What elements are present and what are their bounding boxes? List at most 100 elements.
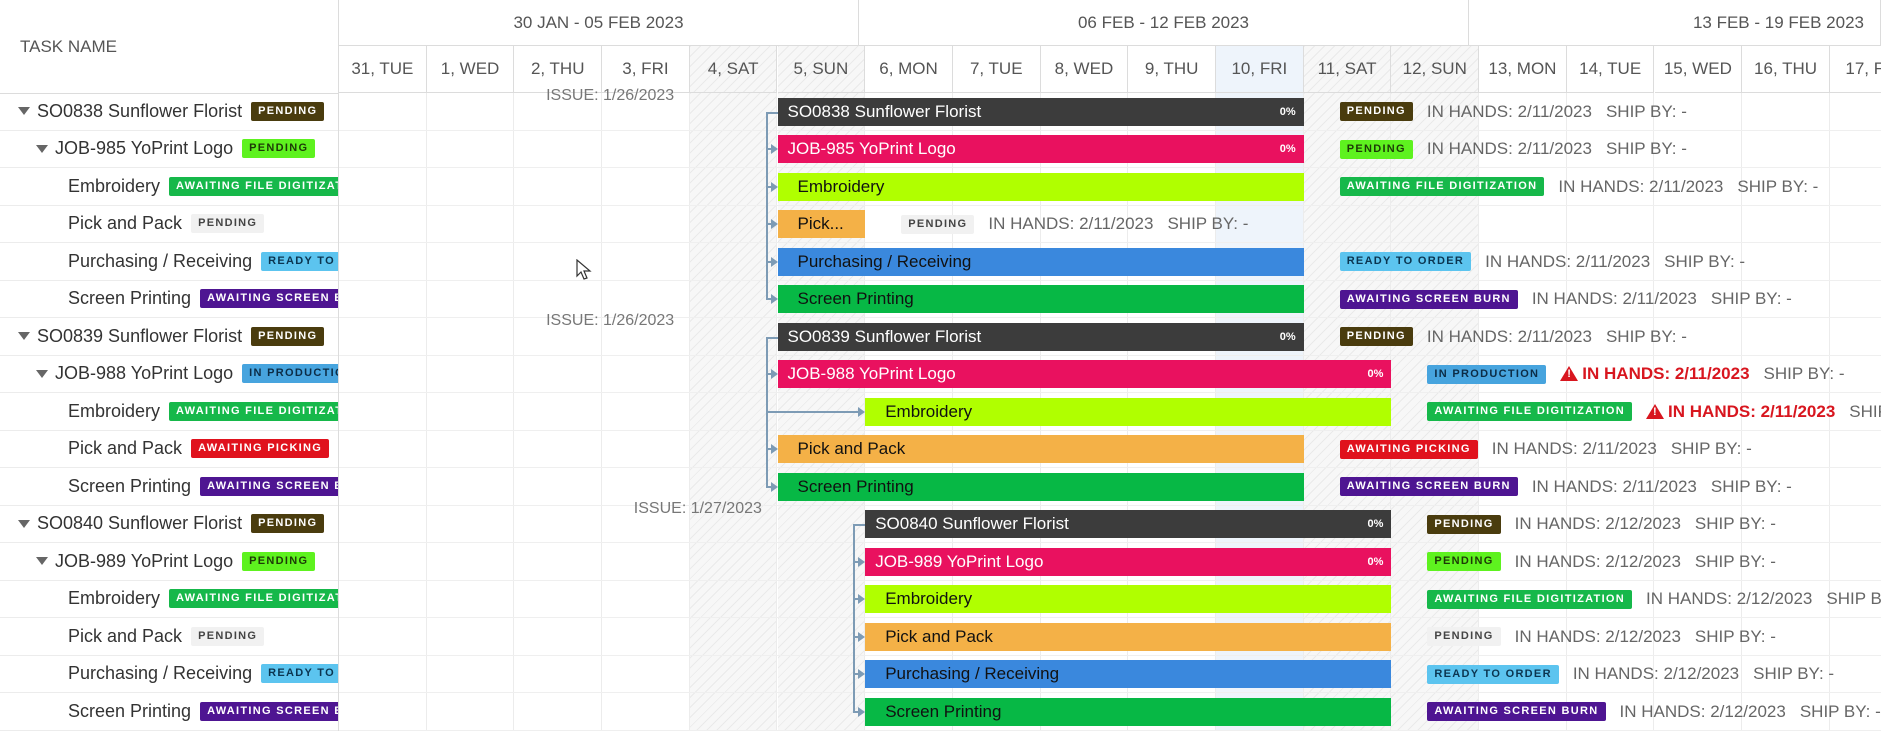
task-row[interactable]: Purchasing / Receiving READY TO ORDER [0, 656, 338, 693]
job-bar[interactable]: JOB-989 YoPrint Logo 0% [865, 547, 1392, 576]
progress-percent: 0% [1279, 143, 1296, 156]
day-header: 6, MON [865, 46, 953, 93]
collapse-caret-icon[interactable] [18, 107, 30, 116]
task-bar[interactable]: Screen Printing [777, 472, 1304, 501]
task-bar[interactable]: Pick... [777, 210, 866, 239]
task-bar[interactable]: Embroidery [865, 585, 1392, 614]
in-hands-date: IN HANDS: 2/11/2023 [1492, 439, 1657, 459]
job-row[interactable]: JOB-985 YoPrint Logo PENDING [0, 131, 338, 168]
task-row[interactable]: Pick and Pack PENDING [0, 206, 338, 243]
day-header: 12, SUN [1391, 46, 1480, 93]
task-name: Pick and Pack [68, 213, 183, 234]
connector-arrow-icon [858, 669, 866, 680]
collapse-caret-icon[interactable] [36, 369, 48, 378]
task-row[interactable]: Embroidery AWAITING FILE DIGITIZATION [0, 581, 338, 618]
collapse-caret-icon[interactable] [18, 332, 30, 341]
dependency-connector [765, 410, 859, 413]
task-bar[interactable]: Screen Printing [865, 697, 1392, 726]
status-badge: PENDING [1339, 139, 1413, 159]
ship-by-date: SHIP BY: - [1670, 439, 1752, 459]
ship-by-date: SHIP BY: - [1694, 551, 1776, 571]
dependency-connector [853, 524, 856, 712]
task-name: JOB-989 YoPrint Logo [55, 550, 234, 571]
connector-arrow-icon [770, 144, 778, 155]
job-row[interactable]: JOB-989 YoPrint Logo PENDING [0, 543, 338, 581]
task-info: PENDING IN HANDS: 2/12/2023 SHIP BY: - [1427, 548, 1776, 576]
collapse-caret-icon[interactable] [18, 519, 30, 528]
in-hands-text: IN HANDS: 2/11/2023 [1426, 326, 1592, 346]
task-name-column-header[interactable]: TASK NAME [20, 37, 117, 57]
mouse-cursor-icon [576, 259, 592, 280]
collapse-caret-icon[interactable] [36, 144, 48, 153]
task-name: Screen Printing [68, 288, 192, 309]
progress-percent: 0% [1367, 518, 1384, 531]
task-bar[interactable]: Pick and Pack [777, 435, 1304, 464]
bar-label: JOB-988 YoPrint Logo [787, 364, 956, 384]
connector-arrow-icon [858, 406, 866, 417]
job-bar[interactable]: JOB-985 YoPrint Logo 0% [777, 135, 1304, 164]
in-hands-date: IN HANDS: 2/12/2023 [1515, 627, 1681, 647]
task-name: JOB-985 YoPrint Logo [55, 138, 234, 159]
status-badge: PENDING [251, 101, 325, 121]
gantt-app: TASK NAME SO0838 Sunflower Florist PENDIN… [0, 0, 1881, 731]
connector-arrow-icon [770, 444, 778, 455]
in-hands-text: IN HANDS: 2/12/2023 [1514, 514, 1681, 534]
in-hands-text: IN HANDS: 2/11/2023 [1426, 139, 1592, 159]
task-bar[interactable]: Embroidery [865, 397, 1392, 426]
day-header: 5, SUN [777, 46, 866, 93]
status-badge: READY TO ORDER [261, 251, 338, 271]
task-list-panel: TASK NAME SO0838 Sunflower Florist PENDIN… [0, 0, 339, 731]
task-row[interactable]: Pick and Pack AWAITING PICKING [0, 431, 338, 468]
status-badge: PENDING [1427, 552, 1501, 572]
week-header: 30 JAN - 05 FEB 2023 [339, 0, 859, 46]
progress-percent: 0% [1367, 368, 1384, 381]
task-bar[interactable]: Pick and Pack [865, 622, 1392, 651]
order-row[interactable]: SO0839 Sunflower Florist PENDING [0, 318, 338, 356]
task-bar[interactable]: Purchasing / Receiving [865, 660, 1392, 689]
in-hands-text: IN HANDS: 2/11/2023 [1491, 439, 1657, 459]
task-row[interactable]: Embroidery AWAITING FILE DIGITIZATION [0, 168, 338, 206]
task-list-header[interactable]: TASK NAME [0, 0, 338, 94]
day-header: 14, TUE [1566, 46, 1655, 93]
task-row[interactable]: Pick and Pack PENDING [0, 618, 338, 656]
task-row[interactable]: Embroidery AWAITING FILE DIGITIZATION [0, 393, 338, 431]
task-info: AWAITING SCREEN BURN IN HANDS: 2/11/2023 S… [1339, 473, 1792, 501]
bar-label: JOB-985 YoPrint Logo [787, 139, 956, 159]
task-name: Embroidery [68, 175, 161, 196]
ship-by-date: SHIP BY: - [1710, 476, 1792, 496]
task-bar[interactable]: Purchasing / Receiving [777, 247, 1304, 276]
order-bar[interactable]: SO0839 Sunflower Florist 0% [777, 322, 1304, 351]
task-info: PENDING IN HANDS: 2/11/2023 SHIP BY: - [1339, 98, 1687, 126]
order-row[interactable]: SO0838 Sunflower Florist PENDING [0, 93, 338, 131]
order-row[interactable]: SO0840 Sunflower Florist PENDING [0, 506, 338, 543]
task-name: JOB-988 YoPrint Logo [55, 363, 234, 384]
in-hands-text: IN HANDS: 2/11/2023 [1558, 176, 1724, 196]
order-bar[interactable]: SO0838 Sunflower Florist 0% [777, 97, 1304, 126]
day-header: 31, TUE [339, 46, 427, 93]
job-bar[interactable]: JOB-988 YoPrint Logo 0% [777, 360, 1392, 389]
task-row[interactable]: Screen Printing AWAITING SCREEN BURN [0, 693, 338, 731]
day-header: 8, WED [1040, 46, 1129, 93]
task-bar[interactable]: Screen Printing [777, 285, 1304, 314]
task-name: Embroidery [68, 400, 161, 421]
connector-arrow-icon [770, 481, 778, 492]
bar-label: Screen Printing [797, 289, 914, 309]
week-header: 06 FEB - 12 FEB 2023 [859, 0, 1469, 46]
status-badge: AWAITING FILE DIGITIZATION [1427, 589, 1633, 609]
task-bar[interactable]: Embroidery [777, 172, 1304, 201]
task-row[interactable]: Purchasing / Receiving READY TO ORDER [0, 243, 338, 281]
ship-by-date: SHIP BY: - [1826, 589, 1881, 609]
bar-label: Pick and Pack [885, 626, 993, 646]
task-info: AWAITING FILE DIGITIZATION IN HANDS: 2/11… [1339, 173, 1818, 201]
day-header: 16, THU [1742, 46, 1830, 93]
bar-label: JOB-989 YoPrint Logo [875, 551, 1044, 571]
job-row[interactable]: JOB-988 YoPrint Logo IN PRODUCTION [0, 356, 338, 393]
order-bar[interactable]: SO0840 Sunflower Florist 0% [865, 510, 1392, 539]
ship-by-date: SHIP BY: - [1605, 139, 1687, 159]
task-row[interactable]: Screen Printing AWAITING SCREEN BURN [0, 281, 338, 318]
issue-date-label: ISSUE: 1/26/2023 [546, 87, 675, 104]
collapse-caret-icon[interactable] [36, 557, 48, 566]
task-row[interactable]: Screen Printing AWAITING SCREEN BURN [0, 468, 338, 506]
bar-label: SO0838 Sunflower Florist [787, 101, 982, 121]
ship-by-date: SHIP BY: - [1694, 626, 1776, 646]
